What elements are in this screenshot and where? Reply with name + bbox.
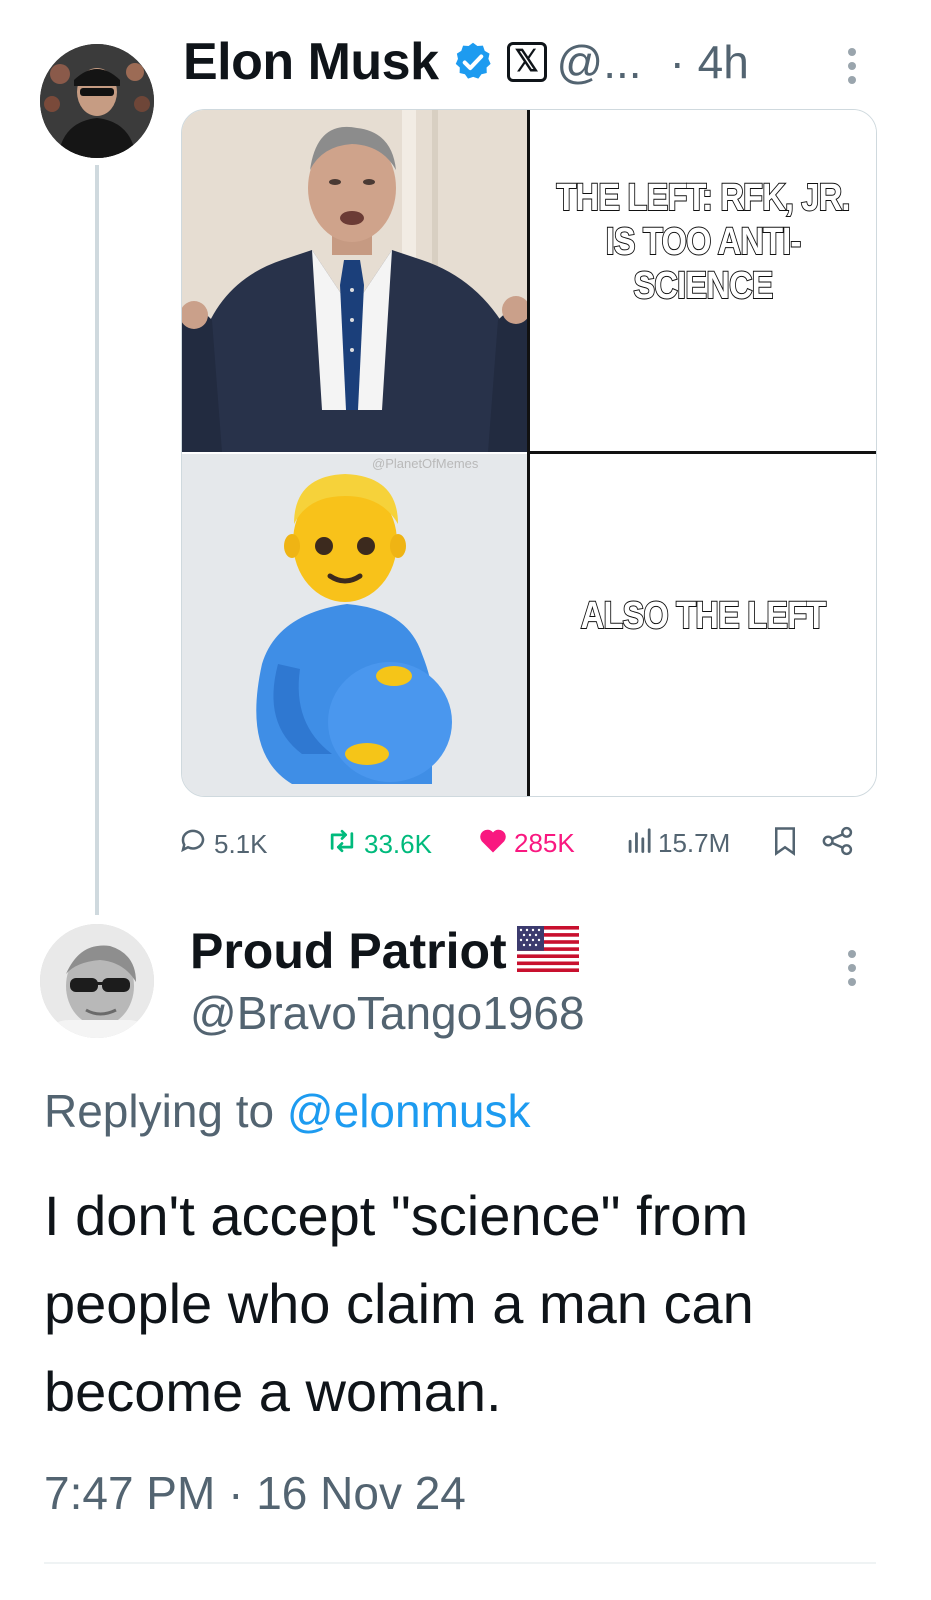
reply-timestamp[interactable]: 7:47 PM · 16 Nov 24: [44, 1466, 466, 1520]
meme-caption-top: THE LEFT: RFK, JR. IS TOO ANTI-SCIENCE: [556, 176, 852, 308]
proud-patriot-avatar[interactable]: [40, 924, 154, 1038]
verified-badge-icon[interactable]: [451, 40, 495, 84]
share-icon[interactable]: [822, 826, 860, 856]
rfk-photo-panel: [182, 110, 528, 452]
repost-icon: [326, 826, 364, 863]
more-options-icon[interactable]: [846, 48, 858, 88]
reply-tweet-text: I don't accept "science" from people who…: [44, 1184, 754, 1423]
tweet-time[interactable]: · 4h: [670, 35, 749, 89]
like-action[interactable]: 285K: [478, 826, 575, 861]
reply-author-name[interactable]: Proud Patriot: [190, 922, 507, 980]
like-count: 285K: [514, 828, 575, 858]
more-options-icon[interactable]: [846, 950, 858, 990]
tweet-action-bar: 5.1K 33.6K 285K 15.7M: [178, 818, 858, 868]
repost-count: 33.6K: [364, 829, 432, 859]
reply-action[interactable]: 5.1K: [178, 826, 268, 863]
reply-icon: [178, 826, 214, 863]
meme-watermark: @PlanetOfMemes: [372, 456, 479, 471]
author-handle[interactable]: @...: [557, 35, 642, 89]
thread-connector-line: [95, 165, 99, 915]
replying-to-line: Replying to @elonmusk: [44, 1084, 531, 1138]
like-icon: [478, 826, 514, 861]
meme-image[interactable]: THE LEFT: RFK, JR. IS TOO ANTI-SCIENCE A…: [181, 109, 877, 797]
meme-bottom-right-panel: ALSO THE LEFT: [530, 454, 876, 796]
elon-musk-avatar[interactable]: [40, 44, 154, 158]
parent-tweet-header: Elon Musk 𝕏 @... · 4h: [183, 30, 749, 94]
pregnant-man-emoji-panel: [182, 454, 528, 796]
replying-prefix: Replying to: [44, 1085, 275, 1137]
views-icon: [626, 826, 658, 861]
reply-count: 5.1K: [214, 829, 268, 859]
replying-to-mention[interactable]: @elonmusk: [287, 1085, 531, 1137]
x-logo-icon: 𝕏: [506, 42, 547, 82]
bookmark-icon[interactable]: [772, 826, 804, 856]
meme-divider-horizontal: [528, 451, 876, 454]
repost-action[interactable]: 33.6K: [326, 826, 432, 863]
views-action[interactable]: 15.7M: [626, 826, 730, 861]
reply-author-row: Proud Patriot: [190, 920, 579, 982]
divider: [44, 1562, 876, 1564]
us-flag-icon: [516, 925, 579, 977]
meme-caption-bottom: ALSO THE LEFT: [580, 594, 827, 638]
reply-author-handle[interactable]: @BravoTango1968: [190, 986, 585, 1040]
meme-top-right-panel: THE LEFT: RFK, JR. IS TOO ANTI-SCIENCE: [530, 110, 876, 452]
author-name[interactable]: Elon Musk: [183, 32, 439, 92]
views-count: 15.7M: [658, 828, 731, 858]
